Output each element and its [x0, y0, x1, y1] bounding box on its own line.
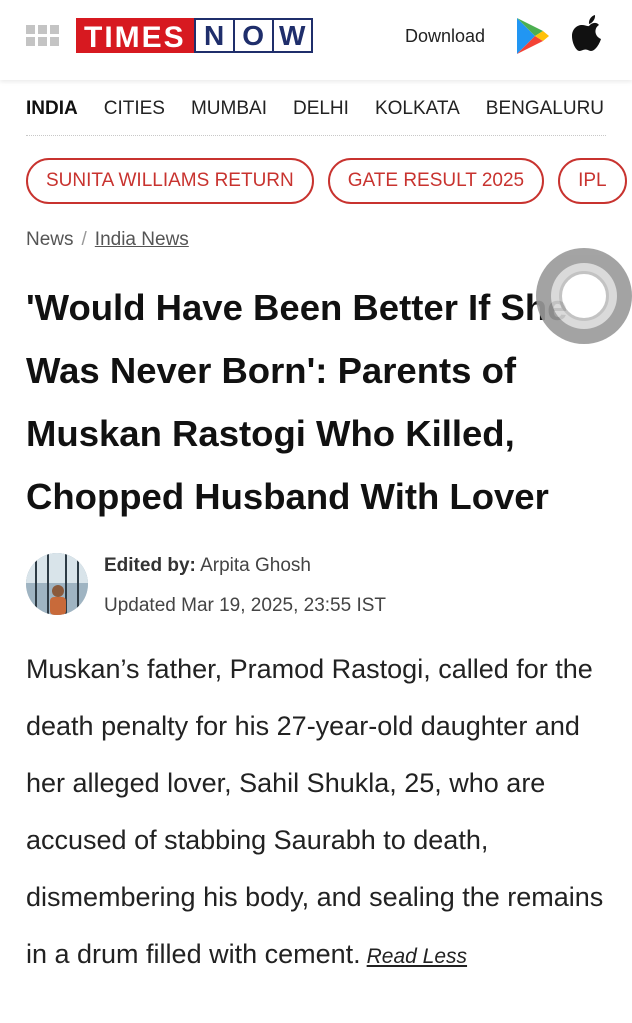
logo-times: TIMES: [76, 18, 194, 54]
breadcrumb: News / India News: [26, 229, 189, 251]
assistive-touch-button[interactable]: [536, 248, 632, 344]
nav-item-cities[interactable]: CITIES: [104, 94, 165, 124]
logo-now-letter: O: [234, 20, 272, 51]
site-header: TIMES N O W Download: [0, 0, 632, 80]
grid-menu-icon[interactable]: [26, 25, 60, 47]
logo-now-letter: N: [195, 20, 233, 51]
read-less-link[interactable]: Read Less: [367, 945, 467, 968]
topic-pill[interactable]: IPL: [558, 158, 627, 204]
topic-pill[interactable]: SUNITA WILLIAMS RETURN: [26, 158, 314, 204]
download-label: Download: [405, 26, 486, 46]
timesnow-logo[interactable]: TIMES N O W: [76, 18, 313, 54]
nav-item-delhi[interactable]: DELHI: [293, 94, 349, 124]
topic-pill[interactable]: GATE RESULT 2025: [327, 158, 545, 204]
nav-item-bengaluru[interactable]: BENGALURU: [486, 94, 604, 124]
article-title: 'Would Have Been Better If She Was Never…: [26, 287, 568, 517]
editor-avatar[interactable]: [26, 553, 88, 615]
nav-item-mumbai[interactable]: MUMBAI: [191, 94, 267, 124]
edited-by: Edited by: Arpita Ghosh: [104, 555, 311, 577]
assistive-ring-icon: [551, 263, 617, 329]
breadcrumb-india-news[interactable]: India News: [95, 229, 189, 250]
nav-item-india[interactable]: INDIA: [26, 94, 78, 124]
updated-timestamp: Updated Mar 19, 2025, 23:55 IST: [104, 595, 387, 616]
google-play-icon[interactable]: [515, 16, 551, 61]
logo-now-letter: W: [273, 20, 311, 51]
article-summary: Muskan’s father, Pramod Rastogi, called …: [26, 641, 616, 985]
category-nav: INDIA CITIES MUMBAI DELHI KOLKATA BENGALURU: [26, 94, 606, 136]
apple-icon[interactable]: [572, 14, 606, 59]
trending-topics: SUNITA WILLIAMS RETURN GATE RESULT 2025 IP…: [26, 158, 632, 204]
editor-name[interactable]: Arpita Ghosh: [200, 555, 311, 576]
breadcrumb-separator: /: [81, 229, 87, 250]
logo-now: N O W: [193, 18, 313, 53]
breadcrumb-news[interactable]: News: [26, 229, 74, 250]
nav-item-kolkata[interactable]: KOLKATA: [375, 94, 460, 124]
edited-by-label: Edited by:: [104, 555, 196, 576]
summary-text: Muskan’s father, Pramod Rastogi, called …: [26, 654, 604, 969]
